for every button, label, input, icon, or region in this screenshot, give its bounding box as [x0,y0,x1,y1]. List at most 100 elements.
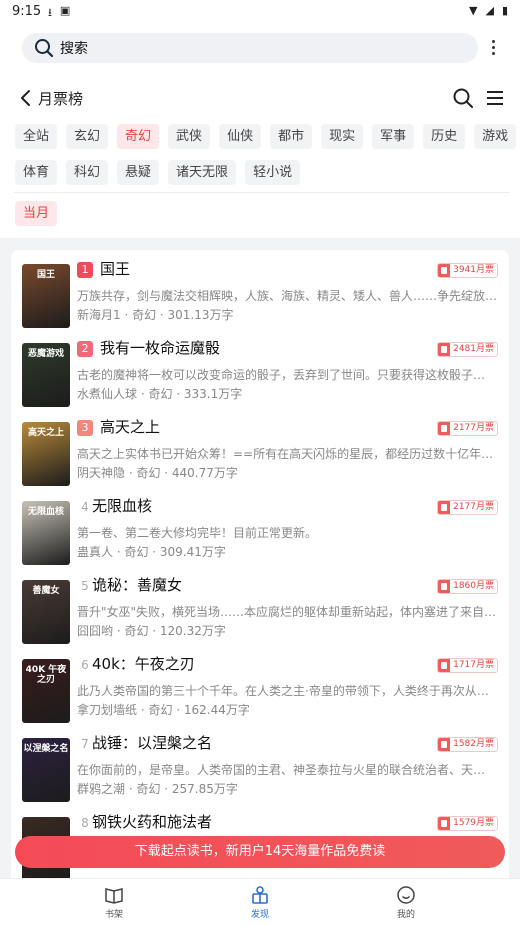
download-app-banner[interactable]: 下载起点读书，新用户14天海量作品免费读 [15,836,505,868]
book-cover-title: 善魔女 [32,586,60,596]
rank-badge: 6 [81,658,89,672]
monthly-votes-badge: 2481月票 [437,342,498,357]
download-icon: ⭳ [48,6,52,19]
category-chip[interactable]: 轻小说 [245,160,301,185]
category-row: 体育 科幻 悬疑 诸天无限 轻小说 [15,160,510,185]
tab-bookshelf[interactable]: 书架 [84,885,144,920]
book-title[interactable]: 我有一枚命运魔骰 [100,337,220,358]
ticket-icon [438,501,451,514]
category-chip[interactable]: 奇幻 [117,124,160,149]
book-icon [105,888,123,904]
book-description: 在你面前的，是帝皇。人类帝国的主君、神圣泰拉与火星的联合统治者、天… [77,763,486,777]
book-row[interactable]: 国王 1 国王 3941月票 万族共存，剑与魔法交相辉映，人族、海族、精灵、矮人、兽人…… [11,250,509,329]
search-icon [35,39,54,58]
monthly-votes-badge: 2177月票 [437,500,498,515]
book-row[interactable]: 善魔女 5 诡秘：善魔女 1860月票 晋升"女巫"失败，横死当场……本应腐烂的躯体却重… [11,566,509,645]
ranking-list: 国王 1 国王 3941月票 万族共存，剑与魔法交相辉映，人族、海族、精灵、矮人、兽人…… [11,250,509,890]
book-cover[interactable]: 恶魔游戏 [22,343,70,407]
tab-label: 书架 [104,910,123,920]
book-meta: 拿刀划墙纸 · 奇幻 · 162.44万字 [77,703,250,717]
category-chip[interactable]: 武侠 [168,124,211,149]
page-title: 月票榜 [38,90,84,108]
book-cover[interactable]: 高天之上 [22,422,70,486]
battery-icon: ▮ [501,4,508,17]
book-title[interactable]: 高天之上 [100,416,160,437]
monthly-votes-badge: 1579月票 [437,816,498,831]
monthly-votes-badge: 3941月票 [437,263,498,278]
navigation-bar: 月票榜 [0,84,520,112]
book-cover[interactable]: 40K 午夜之刃 [22,659,70,723]
book-cover[interactable]: 善魔女 [22,580,70,644]
ticket-icon [438,580,451,593]
status-time: 9:15 [12,4,42,19]
category-chip[interactable]: 历史 [423,124,466,149]
monthly-votes-badge: 2177月票 [437,421,498,436]
category-chip[interactable]: 诸天无限 [168,160,237,185]
period-filter-current-month[interactable]: 当月 [15,201,58,226]
category-chip[interactable]: 军事 [372,124,415,149]
book-row[interactable]: 以涅槃之名 7 战锤：以涅槃之名 1582月票在你面前的，是帝皇。人类帝国的主君、神圣… [11,724,509,803]
category-chip[interactable]: 全站 [15,124,58,149]
book-cover[interactable]: 以涅槃之名 [22,738,70,802]
search-bar[interactable]: 搜索 [22,33,478,63]
book-title[interactable]: 战锤：以涅槃之名 [92,732,212,753]
ticket-icon [438,422,451,435]
book-row[interactable]: 无限血核 4 无限血核 2177月票 第一卷、第二卷大修均完毕！目前正常更新。 蛊真人 ·… [11,487,509,566]
votes-count: 2481月票 [453,344,494,354]
category-chip[interactable]: 体育 [15,160,58,185]
category-chip[interactable]: 科幻 [66,160,109,185]
tab-label: 我的 [396,910,415,920]
wifi-icon: ▼ [469,4,478,17]
category-chip[interactable]: 仙侠 [219,124,262,149]
book-title[interactable]: 钢铁火药和施法者 [92,811,212,832]
book-title[interactable]: 无限血核 [92,495,152,516]
book-row[interactable]: 高天之上 3 高天之上 2177月票 高天之上实体书已开始众筹！==所有在高天闪烁的星辰… [11,408,509,487]
book-cover-title: 40K 午夜之刃 [25,665,67,685]
book-row[interactable]: 40K 午夜之刃 6 40k：午夜之刃 1717月票 此乃人类帝国的第三十个千年。在人类… [11,645,509,724]
book-meta: 蛊真人 · 奇幻 · 309.41万字 [77,545,226,559]
votes-count: 2177月票 [453,423,494,433]
book-title[interactable]: 40k：午夜之刃 [92,653,195,674]
category-chip[interactable]: 悬疑 [117,160,160,185]
tab-profile[interactable]: 我的 [376,885,436,920]
tab-discover[interactable]: 发现 [230,885,290,920]
discover-icon [252,886,268,904]
smiley-icon [397,886,415,904]
monthly-votes-badge: 1582月票 [437,737,498,752]
rank-badge: 8 [81,816,89,830]
book-cover[interactable]: 国王 [22,264,70,328]
category-row: 全站 玄幻 奇幻 武侠 仙侠 都市 现实 军事 历史 游戏 [15,124,517,149]
ticket-icon [438,738,451,751]
votes-count: 1717月票 [453,660,494,670]
book-cover-title: 高天之上 [27,428,64,438]
book-row[interactable]: 恶魔游戏 2 我有一枚命运魔骰 2481月票 古老的魔神将一枚可以改变命运的骰子，丢弃到… [11,329,509,408]
search-icon[interactable] [452,87,474,109]
votes-count: 1860月票 [453,581,494,591]
more-options-icon[interactable] [486,40,500,56]
menu-icon[interactable] [485,88,505,108]
book-cover-title: 国王 [36,270,55,280]
book-cover[interactable]: 无限血核 [22,501,70,565]
category-chip[interactable]: 都市 [270,124,313,149]
search-label: 搜索 [60,41,88,57]
book-title[interactable]: 诡秘：善魔女 [92,574,182,595]
rank-badge: 7 [81,737,89,751]
bottom-tab-bar: 书架 发现 我的 [0,878,520,926]
votes-count: 1579月票 [453,818,494,828]
rank-badge: 1 [77,262,93,278]
rank-badge: 4 [81,500,89,514]
category-chip[interactable]: 游戏 [474,124,517,149]
category-chip[interactable]: 玄幻 [66,124,109,149]
book-title[interactable]: 国王 [100,258,130,279]
book-description: 高天之上实体书已开始众筹！==所有在高天闪烁的星辰，都经历过数十亿年… [77,447,494,461]
book-cover-title: 以涅槃之名 [23,744,69,754]
rank-badge: 2 [77,341,93,357]
divider [14,192,510,193]
book-cover-title: 恶魔游戏 [27,349,64,359]
book-description: 晋升"女巫"失败，横死当场……本应腐烂的躯体却重新站起，体内塞进了来自… [77,605,497,619]
category-chip[interactable]: 现实 [321,124,364,149]
votes-count: 2177月票 [453,502,494,512]
category-filter: 全站 玄幻 奇幻 武侠 仙侠 都市 现实 军事 历史 游戏 体育 科幻 悬疑 诸天无限 轻小说 [15,124,517,196]
back-arrow-icon[interactable] [16,87,38,109]
votes-count: 1582月票 [453,739,494,749]
